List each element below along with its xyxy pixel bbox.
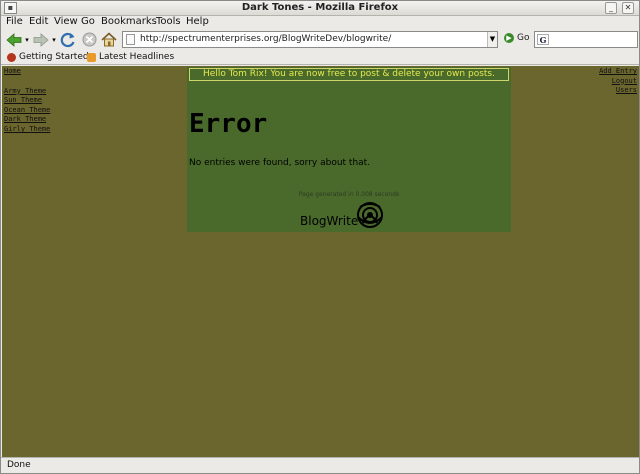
status-bar: Done [1, 457, 639, 473]
bookmarks-toolbar: Getting Started Latest Headlines [1, 50, 639, 65]
page-icon [126, 34, 135, 45]
bookmark-label: Latest Headlines [99, 52, 175, 62]
navigation-toolbar: ▾ ▾ http://spectrumenterprises.org/BlogW… [1, 30, 639, 50]
menu-edit[interactable]: Edit [29, 16, 48, 27]
url-dropdown-icon[interactable]: ▼ [487, 32, 497, 47]
blogwrite-flower-logo [357, 202, 384, 228]
title-bar[interactable]: ▪ Dark Tones - Mozilla Firefox _ ✕ [1, 1, 639, 16]
theme-link-ocean[interactable]: Ocean Theme [4, 106, 50, 116]
forward-dropdown-icon[interactable]: ▾ [50, 31, 58, 48]
home-icon[interactable] [100, 31, 118, 48]
left-navigation: Home Army Theme Sun Theme Ocean Theme Da… [4, 67, 50, 135]
stop-icon[interactable] [80, 31, 98, 48]
theme-link-girly[interactable]: Girly Theme [4, 125, 50, 135]
theme-link-dark[interactable]: Dark Theme [4, 115, 50, 125]
menu-file[interactable]: File [6, 16, 23, 27]
users-link[interactable]: Users [599, 86, 637, 96]
generation-time: Page generated in 0.008 seconds [298, 191, 400, 198]
go-button[interactable]: ▶ Go [504, 33, 529, 43]
back-dropdown-icon[interactable]: ▾ [23, 31, 31, 48]
url-text[interactable]: http://spectrumenterprises.org/BlogWrite… [140, 34, 391, 44]
menu-help[interactable]: Help [186, 16, 209, 27]
bookmark-latest-headlines[interactable]: Latest Headlines [87, 52, 174, 62]
menu-bar: File Edit View Go Bookmarks Tools Help [1, 16, 639, 30]
brand-name: BlogWrite [300, 214, 359, 228]
rss-feed-icon [87, 52, 96, 62]
page-content: Home Army Theme Sun Theme Ocean Theme Da… [2, 66, 639, 457]
firefox-bookmark-icon [7, 52, 16, 62]
menu-bookmarks[interactable]: Bookmarks [101, 16, 157, 27]
menu-tools[interactable]: Tools [156, 16, 181, 27]
close-icon[interactable]: ✕ [622, 2, 634, 14]
home-link[interactable]: Home [4, 67, 50, 77]
forward-arrow-icon[interactable] [32, 31, 50, 48]
back-arrow-icon[interactable] [5, 31, 23, 48]
blogwrite-logo: BlogWrite [300, 199, 388, 233]
minimize-icon[interactable]: _ [605, 2, 617, 14]
google-search-icon[interactable]: G [537, 34, 549, 45]
error-message: No entries were found, sorry about that. [189, 158, 371, 168]
window-title: Dark Tones - Mozilla Firefox [241, 2, 399, 13]
theme-link-sun[interactable]: Sun Theme [4, 96, 50, 106]
bookmark-label: Getting Started [19, 52, 89, 62]
url-bar[interactable]: http://spectrumenterprises.org/BlogWrite… [122, 31, 498, 48]
right-navigation: Add Entry Logout Users [599, 67, 637, 96]
go-icon: ▶ [504, 33, 514, 43]
main-panel: Hello Tom Rix! You are now free to post … [187, 67, 511, 232]
error-heading: Error [189, 109, 268, 139]
menu-view[interactable]: View [54, 16, 78, 27]
browser-window: ▪ Dark Tones - Mozilla Firefox _ ✕ File … [0, 0, 640, 474]
add-entry-link[interactable]: Add Entry [599, 67, 637, 77]
search-input[interactable]: G [534, 31, 638, 48]
menu-go[interactable]: Go [81, 16, 95, 27]
bookmark-getting-started[interactable]: Getting Started [7, 52, 89, 62]
logout-link[interactable]: Logout [599, 77, 637, 87]
welcome-banner: Hello Tom Rix! You are now free to post … [189, 68, 509, 81]
reload-icon[interactable] [59, 31, 77, 48]
go-label: Go [517, 33, 530, 43]
theme-link-army[interactable]: Army Theme [4, 87, 50, 97]
status-text: Done [7, 460, 31, 470]
